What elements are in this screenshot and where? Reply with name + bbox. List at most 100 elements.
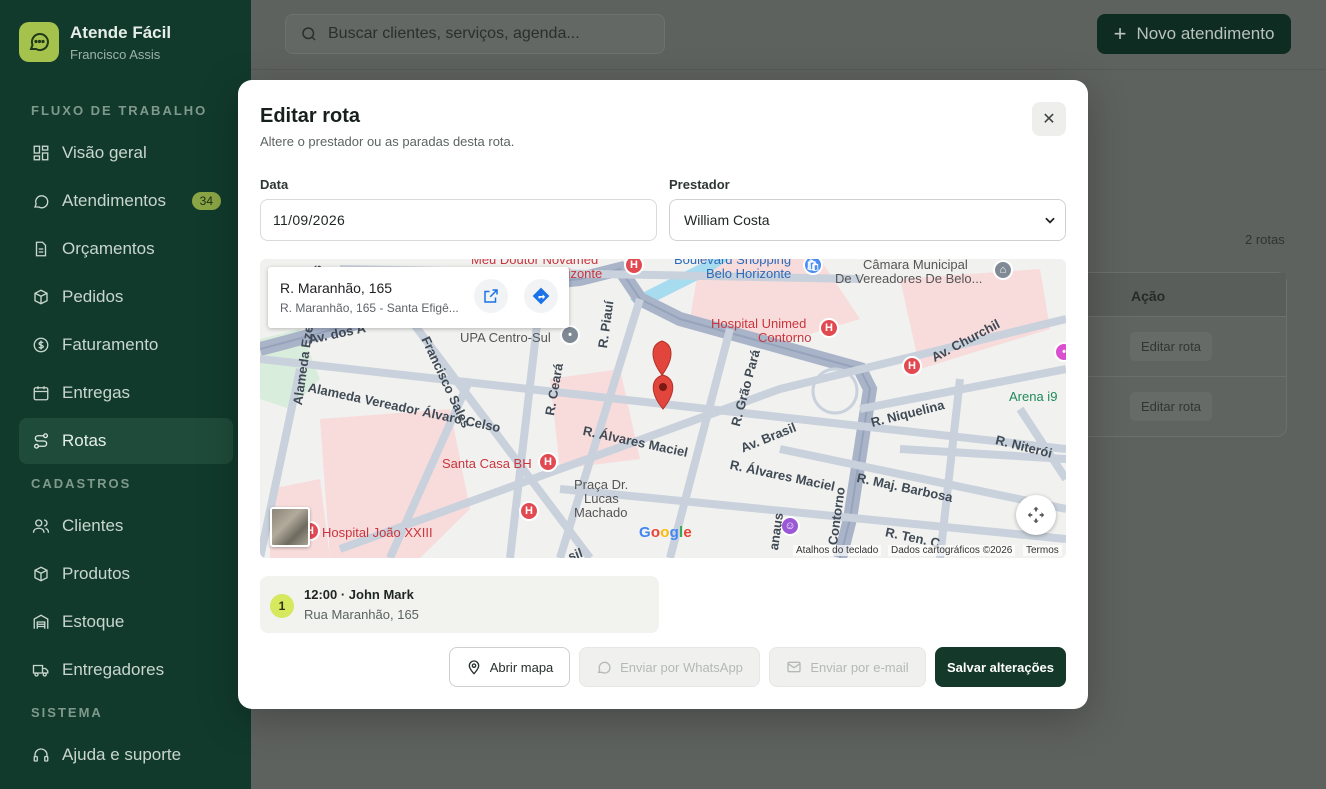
date-field[interactable]: 11/09/2026 [260,199,657,241]
box-icon [34,289,48,305]
fullscreen-icon [1027,506,1045,524]
route-map[interactable]: Meu Doutor Novamed orizonte H Boulevard … [260,259,1066,558]
search-input[interactable]: Buscar clientes, serviços, agenda... [285,14,665,54]
sidebar-item-visao-geral[interactable]: Visão geral [19,130,233,176]
edit-route-button[interactable]: Editar rota [1130,392,1212,421]
close-button[interactable]: ✕ [1032,102,1066,136]
new-appointment-button[interactable]: + Novo atendimento [1097,14,1291,54]
new-appointment-label: Novo atendimento [1136,24,1275,43]
date-label: Data [260,177,289,192]
truck-icon [32,664,49,677]
user-name: Francisco Assis [70,46,161,62]
sidebar-item-faturamento[interactable]: Faturamento [19,322,233,368]
sidebar-item-produtos[interactable]: Produtos [19,551,233,597]
table-row: Editar rota [1088,317,1286,377]
open-map-label: Abrir mapa [489,659,554,675]
provider-select[interactable]: William Costa [669,199,1066,241]
sidebar-item-orcamentos[interactable]: Orçamentos [19,226,233,272]
route-stop-item: 1 12:00 · John Mark Rua Maranhão, 165 [260,576,659,633]
sidebar-item-pedidos[interactable]: Pedidos [19,274,233,320]
plus-icon: + [1113,21,1127,46]
hospital-icon: H [538,452,558,472]
send-email-label: Enviar por e-mail [810,659,909,675]
external-link-icon [484,289,498,303]
open-map-button[interactable]: Abrir mapa [449,647,570,687]
map-data-attribution: Dados cartográficos ©2026 [888,545,1016,556]
map-label: Machado [574,505,628,520]
directions-icon [532,287,550,305]
sidebar-item-label: Atendimentos [62,191,166,210]
warehouse-icon [33,614,49,629]
provider-value: William Costa [684,212,770,228]
place-info-card: R. Maranhão, 165 R. Maranhão, 165 - Sant… [268,267,569,328]
directions-button[interactable] [524,279,558,313]
send-whatsapp-button[interactable]: Enviar por WhatsApp [579,647,760,687]
grid-icon [33,145,49,161]
sidebar-item-label: Pedidos [62,287,124,306]
sidebar-item-rotas[interactable]: Rotas [19,418,233,464]
count-badge: 34 [191,192,221,210]
sidebar-item-estoque[interactable]: Estoque [19,599,233,645]
edit-route-button[interactable]: Editar rota [1130,332,1212,361]
map-pin-icon [468,660,480,675]
box-icon [34,566,48,582]
fullscreen-button[interactable] [1016,495,1056,535]
stop-address: Rua Maranhão, 165 [304,607,419,622]
government-icon: ⌂ [993,260,1013,280]
headset-icon [33,748,49,762]
search-placeholder: Buscar clientes, serviços, agenda... [328,25,580,42]
terms-link[interactable]: Termos [1023,545,1062,556]
edit-route-modal: Editar rota Altere o prestador ou as par… [238,80,1088,709]
sidebar-item-label: Produtos [62,564,131,583]
calendar-icon [33,386,49,401]
chat-icon [597,661,611,674]
sidebar-item-label: Visão geral [62,143,147,162]
section-label-sistema: SISTEMA [31,705,103,720]
hospital-icon: H [519,501,539,521]
chevron-down-icon [1045,217,1055,224]
keyboard-shortcuts-link[interactable]: Atalhos do teclado [793,545,882,556]
sidebar-item-atendimentos[interactable]: Atendimentos 34 [19,178,233,224]
users-icon [32,519,50,533]
sidebar-item-label: Faturamento [62,335,159,354]
app-name: Atende Fácil [70,22,172,42]
send-whatsapp-label: Enviar por WhatsApp [620,659,743,675]
modal-title: Editar rota [260,105,361,127]
open-external-button[interactable] [474,279,508,313]
hospital-icon: H [902,356,922,376]
map-label: Hospital João XXIII [322,525,433,540]
sidebar-item-entregas[interactable]: Entregas [19,370,233,416]
document-icon [35,241,47,257]
place-title: R. Maranhão, 165 [280,280,393,296]
clinic-icon: • [560,325,580,345]
column-header-action: Ação [1088,273,1286,317]
send-email-button[interactable]: Enviar por e-mail [769,647,926,687]
dollar-icon [33,337,49,353]
sidebar-item-label: Entregadores [62,660,165,679]
search-icon [302,27,316,41]
route-icon [33,433,49,449]
sidebar-item-ajuda[interactable]: Ajuda e suporte [19,732,233,778]
sidebar-item-label: Estoque [62,612,125,631]
satellite-toggle[interactable] [270,507,310,547]
sidebar-item-entregadores[interactable]: Entregadores [19,647,233,693]
stop-title: 12:00 · John Mark [304,587,414,602]
route-count: 2 rotas [1245,232,1285,247]
save-changes-button[interactable]: Salvar alterações [935,647,1066,687]
section-label-workflow: FLUXO DE TRABALHO [31,103,208,118]
sidebar-item-clientes[interactable]: Clientes [19,503,233,549]
place-address: R. Maranhão, 165 - Santa Efigê... [280,301,459,315]
close-icon: ✕ [1042,111,1056,128]
provider-label: Prestador [669,177,730,192]
sidebar-item-label: Entregas [62,383,131,402]
map-label: Lucas [584,491,619,506]
map-label: Contorno [758,330,812,345]
date-value: 11/09/2026 [273,212,346,228]
sidebar-item-label: Clientes [62,516,124,535]
sidebar: Atende Fácil Francisco Assis FLUXO DE TR… [0,0,251,789]
map-label: De Vereadores De Belo... [835,271,983,286]
hospital-icon: H [819,318,839,338]
map-label: Belo Horizonte [706,266,792,281]
sidebar-item-label: Ajuda e suporte [62,745,182,764]
map-label: Praça Dr. [574,477,629,492]
